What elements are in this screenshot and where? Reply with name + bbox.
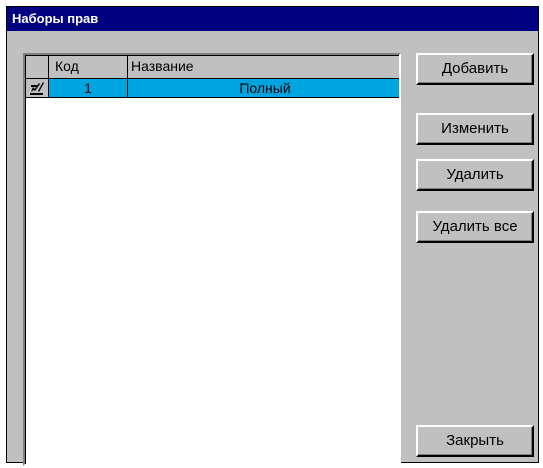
window-title: Наборы прав (7, 7, 538, 31)
cell-code[interactable]: 1 (49, 79, 128, 98)
delete-all-button[interactable]: Удалить все (416, 211, 534, 243)
edit-button[interactable]: Изменить (416, 113, 534, 145)
delete-button[interactable]: Удалить (416, 159, 534, 191)
row-selector[interactable] (26, 79, 49, 98)
column-header-name[interactable]: Название (128, 56, 399, 78)
table-row[interactable]: 1 Полный (26, 79, 399, 98)
grid-body: Код Название 1 Полный (25, 55, 399, 464)
column-header-code[interactable]: Код (49, 56, 128, 78)
rights-sets-window: Наборы прав Код Название 1 Полный Добави… (6, 6, 539, 466)
grid-header: Код Название (26, 56, 399, 79)
edit-pencil-icon (30, 82, 44, 95)
rights-sets-grid[interactable]: Код Название 1 Полный (23, 53, 401, 466)
row-selector-header (26, 56, 49, 78)
close-button[interactable]: Закрыть (416, 425, 534, 457)
cell-name[interactable]: Полный (128, 79, 399, 98)
add-button[interactable]: Добавить (416, 53, 534, 85)
